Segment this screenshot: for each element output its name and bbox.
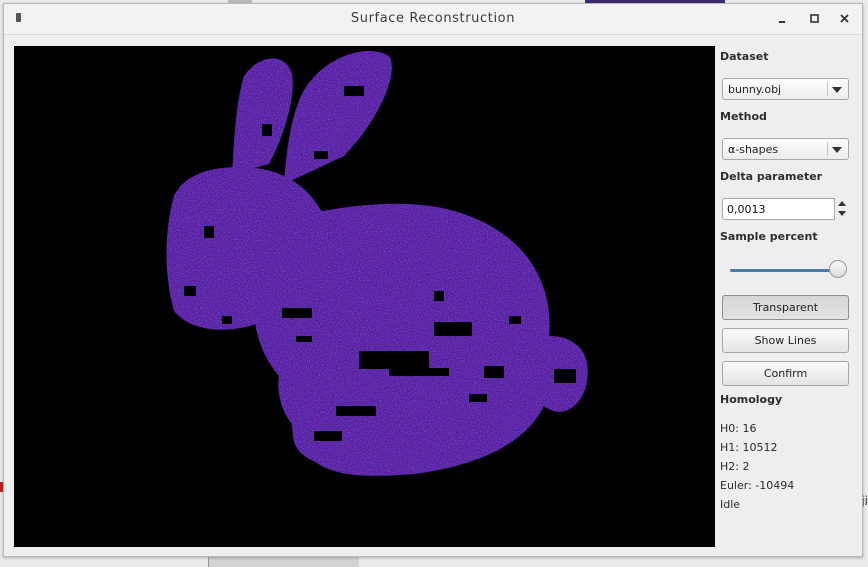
minimize-icon: [779, 21, 785, 23]
homology-label: Homology: [720, 393, 783, 406]
method-value: α-shapes: [728, 143, 779, 156]
bunny-ear-left: [232, 58, 293, 174]
chevron-down-icon: [832, 147, 842, 153]
show-lines-button[interactable]: Show Lines: [722, 328, 849, 353]
title-bar[interactable]: Surface Reconstruction: [4, 4, 862, 35]
sample-label: Sample percent: [720, 230, 818, 243]
window-title: Surface Reconstruction: [350, 11, 516, 26]
h2-value: H2: 2: [720, 460, 750, 473]
status-text: Idle: [720, 498, 741, 511]
dataset-value: bunny.obj: [728, 83, 782, 96]
background-window-fragment: [208, 557, 359, 567]
close-button[interactable]: [836, 10, 854, 28]
slider-handle[interactable]: [829, 260, 847, 278]
bunny-ear-right: [284, 51, 392, 185]
sample-percent-slider[interactable]: [730, 260, 847, 280]
bunny-mesh-render: [166, 51, 588, 476]
app-window: Surface Reconstruction Dataset bunny.obj…: [3, 3, 863, 557]
confirm-button[interactable]: Confirm: [722, 361, 849, 386]
method-label: Method: [720, 110, 767, 123]
3d-viewport[interactable]: [14, 46, 715, 547]
delta-spinner[interactable]: 0,0013: [722, 198, 849, 220]
spinner-up-icon[interactable]: [836, 198, 849, 209]
delta-label: Delta parameter: [720, 170, 823, 183]
method-dropdown[interactable]: α-shapes: [722, 138, 849, 160]
chevron-down-icon: [832, 87, 842, 93]
spinner-down-icon[interactable]: [836, 209, 849, 220]
maximize-button[interactable]: [806, 10, 824, 28]
euler-value: Euler: -10494: [720, 479, 795, 492]
h1-value: H1: 10512: [720, 441, 778, 454]
dataset-label: Dataset: [720, 50, 769, 63]
close-icon: [840, 14, 849, 23]
h0-value: H0: 16: [720, 422, 757, 435]
minimize-button[interactable]: [774, 10, 792, 28]
dataset-dropdown[interactable]: bunny.obj: [722, 78, 849, 100]
delta-input[interactable]: 0,0013: [722, 198, 835, 220]
transparent-toggle-button[interactable]: Transparent: [722, 295, 849, 320]
maximize-icon: [810, 14, 819, 23]
slider-fill: [730, 269, 838, 272]
